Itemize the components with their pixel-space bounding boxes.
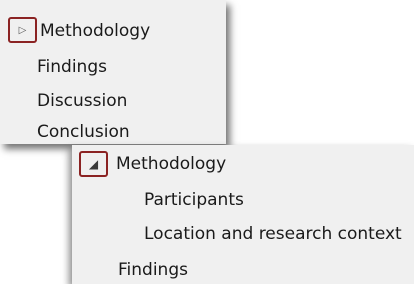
outline-subitem-participants[interactable]: Participants xyxy=(144,190,244,210)
outline-item-findings[interactable]: Findings xyxy=(37,57,107,77)
collapse-triangle-icon[interactable]: ◢ xyxy=(79,151,108,177)
outline-item-methodology[interactable]: Methodology xyxy=(116,154,226,174)
outline-item-conclusion[interactable]: Conclusion xyxy=(37,122,130,142)
outline-panel-collapsed: ▷ Methodology Findings Discussion Conclu… xyxy=(0,0,226,144)
outline-item-discussion[interactable]: Discussion xyxy=(37,91,127,111)
outline-item-findings[interactable]: Findings xyxy=(118,260,188,280)
outline-subitem-location[interactable]: Location and research context xyxy=(144,224,402,244)
expand-triangle-icon[interactable]: ▷ xyxy=(8,17,37,43)
outline-item-methodology[interactable]: Methodology xyxy=(40,21,150,41)
outline-panel-expanded: ◢ Methodology Participants Location and … xyxy=(72,145,414,284)
